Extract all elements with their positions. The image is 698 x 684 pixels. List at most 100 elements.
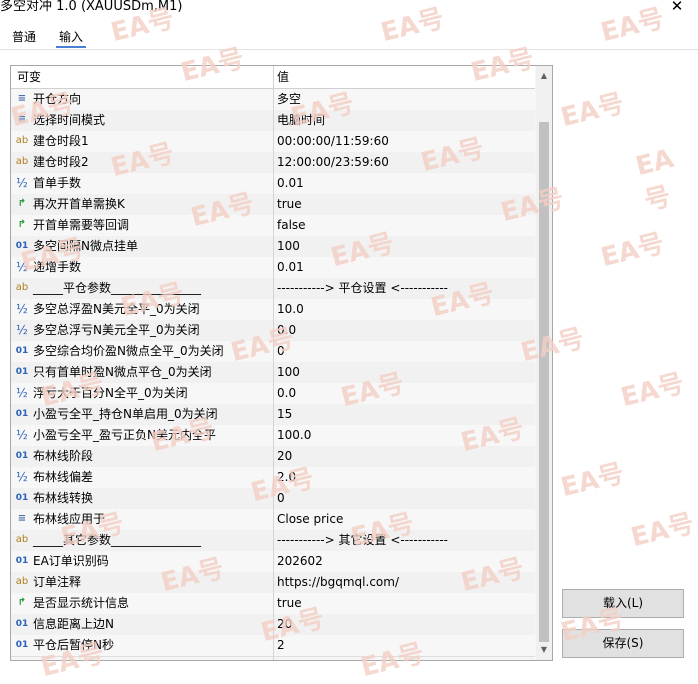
parameter-value[interactable]: 100 [277,236,300,257]
ab-type-icon: ab [15,282,29,293]
parameter-name: EA订单识别码 [33,554,109,568]
num-type-icon: 01 [15,241,29,251]
parameter-value[interactable]: 202602 [277,551,323,572]
parameter-value[interactable]: 20 [277,446,292,467]
tab-inputs[interactable]: 输入 [56,26,87,48]
window-title: 多空对冲 1.0 (XAUUSDm,M1) [0,0,183,14]
watermark: EA号 [627,508,698,554]
parameter-value[interactable]: 电脑时间 [277,110,325,131]
parameter-value[interactable]: 100.0 [277,425,311,446]
parameter-value[interactable]: 00:00:00/11:59:60 [277,131,389,152]
parameter-name: 多空综合均价盈N微点全平_0为关闭 [33,344,224,358]
parameter-name: 首单手数 [33,176,82,190]
parameter-value[interactable]: true [277,593,302,614]
parameter-name: 是否显示统计信息 [33,596,130,610]
parameter-name: 多空总浮亏N美元全平_0为关闭 [33,323,200,337]
scroll-up-icon[interactable]: ▲ [536,68,552,84]
parameter-name: 小盈亏全平_盈亏正负N美元内全平 [33,428,216,442]
parameter-name: 建仓时段2 [33,155,89,169]
bool-type-icon: ↱ [17,597,27,608]
enum-type-icon: ≡ [17,513,27,524]
num-type-icon: 01 [15,556,29,566]
parameter-name: 浮亏大于百分N全平_0为关闭 [33,386,188,400]
watermark: EA号 [557,458,628,504]
parameter-value[interactable]: https://bgqmql.com/ [277,572,399,593]
parameter-value[interactable]: 多空 [277,89,301,110]
half-type-icon: ½ [16,302,28,316]
parameter-name: 递增手数 [33,260,82,274]
parameter-value[interactable]: false [277,215,306,236]
num-type-icon: 01 [15,367,29,377]
parameter-value[interactable]: 10.0 [277,299,304,320]
tab-common[interactable]: 普通 [9,26,39,48]
parameter-name: 布林线转换 [33,491,94,505]
parameter-value[interactable]: true [277,194,302,215]
parameter-value[interactable]: 0.01 [277,173,304,194]
ab-type-icon: ab [15,576,29,587]
parameter-value[interactable]: 0.0 [277,320,296,341]
parameter-name: 订单注释 [33,575,82,589]
load-button[interactable]: 载入(L) [562,589,684,618]
ab-type-icon: ab [15,534,29,545]
parameter-name: 开首单需要等回调 [33,218,130,232]
bool-type-icon: ↱ [17,198,27,209]
parameter-name: 建仓时段1 [33,134,89,148]
half-type-icon: ½ [16,386,28,400]
parameter-name: 布林线偏差 [33,470,94,484]
half-type-icon: ½ [16,428,28,442]
num-type-icon: 01 [15,640,29,650]
parameter-name: 信息距离上边N [33,617,114,631]
parameter-value[interactable]: 0.0 [277,383,296,404]
parameter-value[interactable]: 12:00:00/23:59:60 [277,152,389,173]
tab-divider [0,49,698,50]
half-type-icon: ½ [16,323,28,337]
parameter-name: 布林线应用于 [33,512,106,526]
parameter-name: 平仓后暂停N秒 [33,638,114,652]
parameter-name: 选择时间模式 [33,113,106,127]
column-header-variable[interactable]: 可变 [17,66,41,88]
parameter-name: 多空间隔N微点挂单 [33,239,138,253]
parameter-name: _____平仓参数_______________ [33,281,202,295]
parameter-name: _____其它参数_______________ [33,533,202,547]
half-type-icon: ½ [16,176,28,190]
watermark: EA号 [632,143,677,218]
parameter-value[interactable]: -----------> 平仓设置 <----------- [277,278,448,299]
half-type-icon: ½ [16,260,28,274]
tab-strip: 普通 输入 [0,26,698,50]
parameter-name: 布林线阶段 [33,449,94,463]
num-type-icon: 01 [15,346,29,356]
num-type-icon: 01 [15,493,29,503]
parameter-value[interactable]: 2 [277,635,285,656]
parameter-value[interactable]: -----------> 其它设置 <----------- [277,530,448,551]
parameter-value[interactable]: 0 [277,341,285,362]
watermark: EA号 [597,228,668,274]
parameter-value[interactable]: 2.0 [277,467,296,488]
column-header-value[interactable]: 值 [277,66,289,88]
ab-type-icon: ab [15,135,29,146]
save-button[interactable]: 保存(S) [562,629,684,658]
title-bar: 多空对冲 1.0 (XAUUSDm,M1) ✕ [0,0,698,20]
parameter-name: 只有首单时盈N微点平仓_0为关闭 [33,365,212,379]
scroll-down-icon[interactable]: ▼ [536,642,552,658]
column-separator[interactable] [273,66,274,660]
parameter-value[interactable]: 15 [277,404,292,425]
num-type-icon: 01 [15,451,29,461]
parameter-value[interactable]: Close price [277,509,343,530]
parameter-value[interactable]: 20 [277,614,292,635]
close-icon[interactable]: ✕ [662,0,692,18]
parameter-name: 开仓方向 [33,92,82,106]
half-type-icon: ½ [16,470,28,484]
parameter-name: 小盈亏全平_持仓N单启用_0为关闭 [33,407,218,421]
bool-type-icon: ↱ [17,219,27,230]
parameters-grid: 可变 值 ≡ 开仓方向 多空 ≡ 选择时间模式 电脑时间 ab 建仓时段1 00:00:00/1… [10,65,553,661]
watermark: EA号 [557,88,628,134]
ab-type-icon: ab [15,156,29,167]
scrollbar-thumb[interactable] [539,122,549,642]
watermark: EA号 [617,368,688,414]
enum-type-icon: ≡ [17,93,27,104]
parameter-value[interactable]: 0 [277,488,285,509]
vertical-scrollbar[interactable]: ▲ ▼ [536,66,552,660]
parameter-value[interactable]: 0.01 [277,257,304,278]
parameter-value[interactable]: 100 [277,362,300,383]
num-type-icon: 01 [15,619,29,629]
